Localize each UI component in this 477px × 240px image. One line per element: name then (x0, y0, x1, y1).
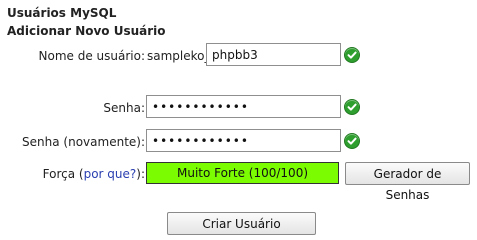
password-input[interactable] (146, 95, 341, 118)
close-paren: ): (136, 167, 145, 181)
password-again-label: Senha (novamente): (22, 135, 145, 149)
strength-label-text: Força (42, 167, 76, 181)
check-circle-icon (345, 100, 359, 114)
strength-label: Força (por que?): (43, 167, 145, 181)
check-circle-icon (345, 134, 359, 148)
check-circle-icon (345, 48, 359, 62)
username-label: Nome de usuário: (38, 49, 146, 63)
create-user-button[interactable]: Criar Usuário (167, 212, 316, 235)
password-label: Senha: (103, 101, 145, 115)
strength-meter: Muito Forte (100/100) (146, 162, 339, 184)
username-prefix: sampleko_ (147, 49, 211, 63)
password-again-input[interactable] (146, 129, 341, 152)
section-title: Adicionar Novo Usuário (7, 24, 166, 38)
username-input[interactable] (206, 43, 341, 66)
why-link[interactable]: por que? (84, 167, 137, 181)
page-title: Usuários MySQL (7, 6, 117, 20)
password-generator-button[interactable]: Gerador de Senhas (345, 162, 470, 202)
